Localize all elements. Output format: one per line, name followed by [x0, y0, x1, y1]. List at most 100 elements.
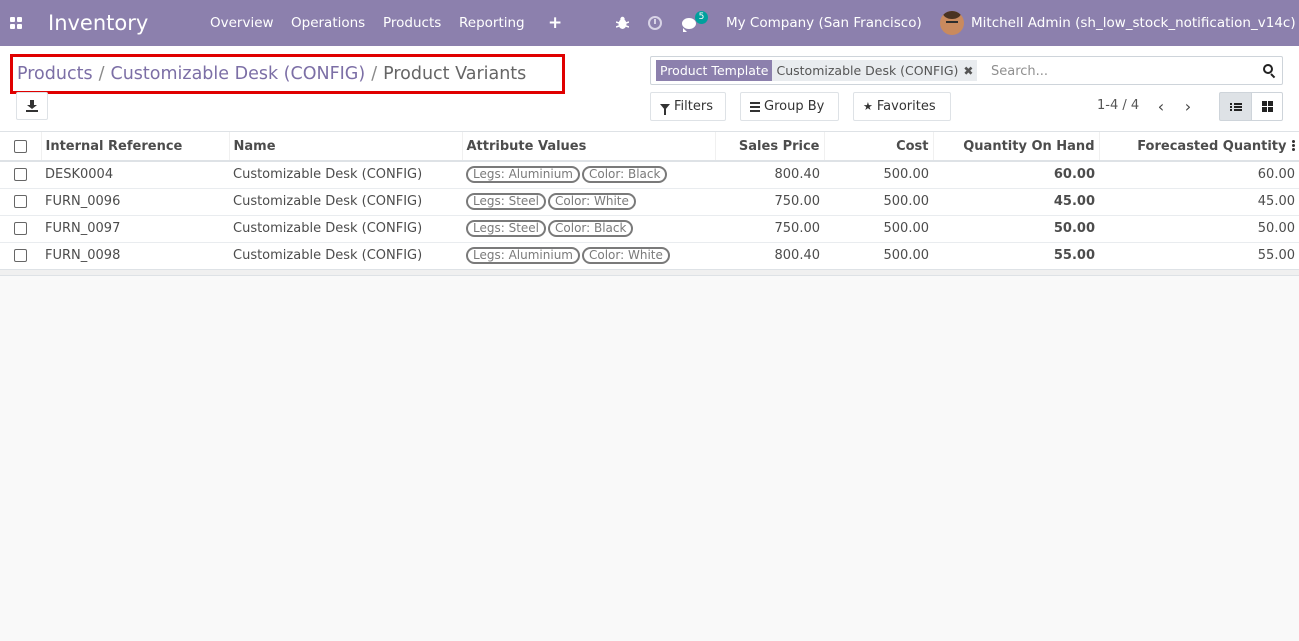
column-cost[interactable]: Cost: [824, 132, 934, 162]
attribute-tag: Color: White: [582, 247, 670, 265]
download-icon: [26, 100, 38, 112]
favorites-label: Favorites: [876, 99, 936, 114]
cell-name: Customizable Desk (CONFIG): [233, 248, 423, 264]
star-icon: ★: [863, 100, 873, 113]
cell-name: Customizable Desk (CONFIG): [233, 167, 423, 183]
row-checkbox[interactable]: [0, 242, 41, 269]
attribute-tag: Color: White: [548, 193, 636, 210]
cell-sales-price: 750.00: [774, 221, 821, 236]
menu-reporting[interactable]: Reporting: [459, 0, 525, 46]
table-row[interactable]: FURN_0096 Customizable Desk (CONFIG) Leg…: [0, 188, 1299, 215]
cell-attribute-values: Legs: Aluminium Color: Black: [462, 161, 715, 188]
favorites-button[interactable]: ★ Favorites: [853, 92, 951, 121]
forecasted-header-label: Forecasted Quantity: [1137, 138, 1287, 154]
cell-quantity-on-hand: 60.00: [1053, 167, 1095, 183]
menu-operations[interactable]: Operations: [291, 0, 365, 46]
kanban-icon: [1261, 101, 1273, 112]
app-title[interactable]: Inventory: [48, 0, 148, 46]
breadcrumb: Products / Customizable Desk (CONFIG) / …: [10, 54, 565, 94]
table-row[interactable]: DESK0004 Customizable Desk (CONFIG) Legs…: [0, 161, 1299, 188]
cell-quantity-on-hand: 45.00: [1053, 194, 1095, 209]
export-button[interactable]: [16, 92, 48, 120]
table-footer: [0, 269, 1299, 275]
bug-icon[interactable]: [616, 0, 630, 46]
apps-menu-icon[interactable]: [10, 0, 24, 46]
row-checkbox[interactable]: [0, 215, 41, 242]
search-bar: Product Template Customizable Desk (CONF…: [650, 56, 1283, 85]
clock-icon[interactable]: [648, 0, 664, 46]
cell-cost: 500.00: [883, 194, 930, 209]
facet-remove-icon[interactable]: ✖: [963, 64, 973, 78]
attribute-tag: Legs: Steel: [466, 220, 547, 237]
column-options-icon[interactable]: [1291, 140, 1295, 152]
row-checkbox[interactable]: [0, 161, 41, 188]
pager-value[interactable]: 1-4 / 4: [1097, 98, 1139, 113]
table-header-row: Internal Reference Name Attribute Values…: [0, 132, 1299, 162]
bars-icon: [750, 101, 760, 112]
breadcrumb-template[interactable]: Customizable Desk (CONFIG): [110, 64, 365, 84]
facet-value-text: Customizable Desk (CONFIG): [776, 63, 959, 78]
search-icon[interactable]: [1263, 64, 1277, 79]
table-row[interactable]: FURN_0097 Customizable Desk (CONFIG) Leg…: [0, 215, 1299, 242]
filter-icon: [660, 103, 670, 115]
cell-internal-reference: FURN_0097: [45, 221, 121, 236]
cell-cost: 500.00: [883, 221, 930, 236]
user-menu[interactable]: Mitchell Admin (sh_low_stock_notificatio…: [971, 0, 1296, 46]
cell-cost: 500.00: [883, 167, 930, 183]
menu-overview[interactable]: Overview: [210, 0, 274, 46]
menu-products[interactable]: Products: [383, 0, 441, 46]
breadcrumb-current: Product Variants: [383, 64, 527, 84]
cell-quantity-on-hand: 55.00: [1053, 248, 1095, 264]
group-by-label: Group By: [764, 99, 825, 114]
list-icon: [1229, 102, 1242, 111]
filters-label: Filters: [674, 99, 713, 114]
column-internal-reference[interactable]: Internal Reference: [41, 132, 230, 162]
column-sales-price[interactable]: Sales Price: [715, 132, 825, 162]
top-navbar: Inventory Overview Operations Products R…: [0, 0, 1299, 46]
group-by-button[interactable]: Group By: [740, 92, 839, 121]
user-avatar[interactable]: [940, 0, 964, 46]
breadcrumb-separator: /: [98, 64, 105, 84]
attribute-tag: Legs: Steel: [466, 193, 547, 210]
cell-attribute-values: Legs: Steel Color: White: [462, 188, 715, 215]
breadcrumb-separator: /: [371, 64, 378, 84]
chat-icon[interactable]: 5: [682, 0, 708, 46]
table-row[interactable]: FURN_0098 Customizable Desk (CONFIG) Leg…: [0, 242, 1299, 269]
attribute-tag: Legs: Aluminium: [466, 166, 580, 184]
company-switcher[interactable]: My Company (San Francisco): [726, 0, 922, 46]
cell-quantity-on-hand: 50.00: [1053, 221, 1095, 236]
cell-sales-price: 750.00: [774, 194, 821, 209]
attribute-tag: Color: Black: [548, 220, 634, 237]
pager-next-icon[interactable]: ›: [1179, 92, 1197, 121]
column-name[interactable]: Name: [229, 132, 463, 162]
variants-table: Internal Reference Name Attribute Values…: [0, 132, 1299, 269]
filters-button[interactable]: Filters: [650, 92, 726, 121]
cell-forecasted-quantity: 60.00: [1257, 167, 1295, 183]
cell-forecasted-quantity: 55.00: [1257, 248, 1295, 264]
control-panel: Products / Customizable Desk (CONFIG) / …: [0, 46, 1299, 132]
cell-internal-reference: DESK0004: [45, 167, 114, 183]
kanban-view-button[interactable]: [1251, 92, 1283, 121]
variants-list: Internal Reference Name Attribute Values…: [0, 132, 1299, 276]
select-all-checkbox[interactable]: [0, 132, 42, 162]
row-checkbox[interactable]: [0, 188, 41, 215]
facet-value: Customizable Desk (CONFIG) ✖: [772, 60, 978, 81]
plus-icon[interactable]: +: [548, 0, 562, 46]
column-forecasted-quantity[interactable]: Forecasted Quantity: [1099, 132, 1299, 162]
search-input[interactable]: [991, 61, 1251, 81]
column-attribute-values[interactable]: Attribute Values: [462, 132, 716, 162]
list-view-button[interactable]: [1219, 92, 1252, 121]
column-quantity-on-hand[interactable]: Quantity On Hand: [933, 132, 1100, 162]
cell-name: Customizable Desk (CONFIG): [233, 221, 423, 236]
cell-forecasted-quantity: 45.00: [1257, 194, 1295, 209]
cell-sales-price: 800.40: [774, 167, 821, 183]
search-facet: Product Template Customizable Desk (CONF…: [656, 60, 978, 81]
cell-sales-price: 800.40: [774, 248, 821, 264]
breadcrumb-products[interactable]: Products: [17, 64, 93, 84]
messages-badge: 5: [695, 11, 708, 24]
cell-internal-reference: FURN_0098: [45, 248, 121, 264]
cell-cost: 500.00: [883, 248, 930, 264]
pager-previous-icon[interactable]: ‹: [1152, 92, 1170, 121]
attribute-tag: Color: Black: [582, 166, 668, 184]
cell-attribute-values: Legs: Steel Color: Black: [462, 215, 715, 242]
